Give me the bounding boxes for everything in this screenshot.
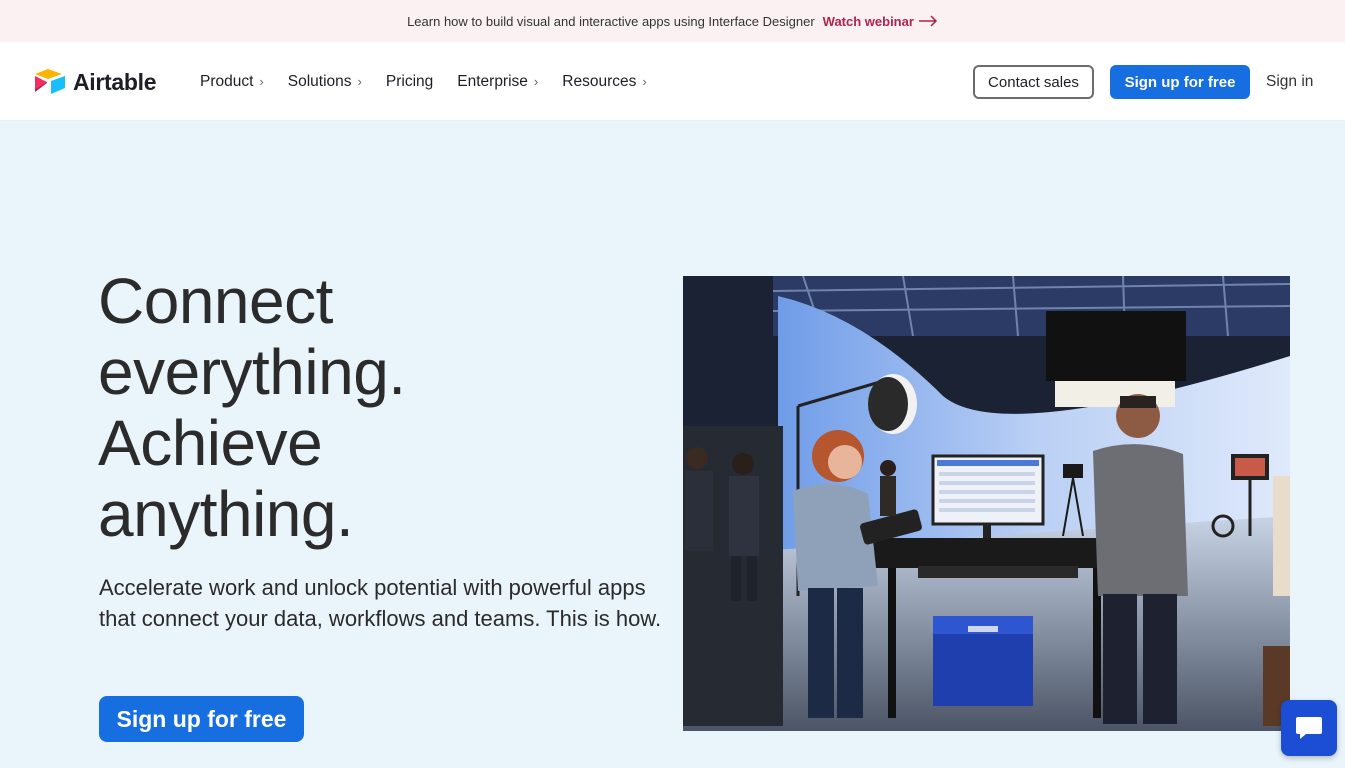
hero-title-line: anything. <box>98 478 354 550</box>
nav-item-label: Pricing <box>385 72 434 90</box>
nav-item-solutions[interactable]: Solutions › <box>288 73 362 91</box>
signin-link[interactable]: Sign in <box>1266 73 1313 91</box>
hero-title-line: Achieve <box>98 407 323 479</box>
nav-item-product[interactable]: Product › <box>200 73 264 91</box>
contact-sales-button[interactable]: Contact sales <box>973 65 1094 99</box>
chevron-right-icon: › <box>357 74 362 89</box>
chevron-right-icon: › <box>642 74 647 89</box>
chat-button[interactable] <box>1281 700 1337 756</box>
chevron-right-icon: › <box>533 74 539 89</box>
announcement-banner: Learn how to build visual and interactiv… <box>0 0 1345 42</box>
nav-item-resources[interactable]: Resources › <box>562 73 646 91</box>
airtable-logo-icon <box>35 69 65 94</box>
arrow-right-icon <box>918 15 937 27</box>
hero-signup-button[interactable]: Sign up for free <box>99 696 304 742</box>
hero-title-line: everything. <box>98 336 406 408</box>
nav-item-enterprise[interactable]: Enterprise › <box>457 73 538 91</box>
nav-item-label: Enterprise <box>457 72 528 90</box>
chevron-right-icon: › <box>259 74 264 89</box>
hero-title: Connect everything. Achieve anything. <box>98 266 618 550</box>
hero-title-line: Connect <box>98 265 333 337</box>
airtable-logo[interactable]: Airtable <box>33 67 157 97</box>
logo-wordmark: Airtable <box>73 68 157 95</box>
watch-webinar-label: Watch webinar <box>822 13 914 29</box>
nav-item-label: Product <box>200 72 254 90</box>
nav-item-label: Resources <box>562 72 637 90</box>
studio-photo <box>683 276 1290 731</box>
hero-image <box>683 276 1290 731</box>
nav-item-label: Solutions <box>287 72 352 90</box>
top-navigation: Airtable Product › Solutions › Pricing E… <box>0 42 1345 121</box>
watch-webinar-link[interactable]: Watch webinar <box>823 14 938 29</box>
main-menu: Product › Solutions › Pricing Enterprise… <box>200 42 671 121</box>
hero-subtitle: Accelerate work and unlock potential wit… <box>99 575 662 631</box>
signup-button[interactable]: Sign up for free <box>1110 65 1250 99</box>
banner-text: Learn how to build visual and interactiv… <box>407 13 815 29</box>
chat-bubble-icon <box>1296 717 1322 739</box>
nav-item-pricing[interactable]: Pricing <box>386 73 433 91</box>
